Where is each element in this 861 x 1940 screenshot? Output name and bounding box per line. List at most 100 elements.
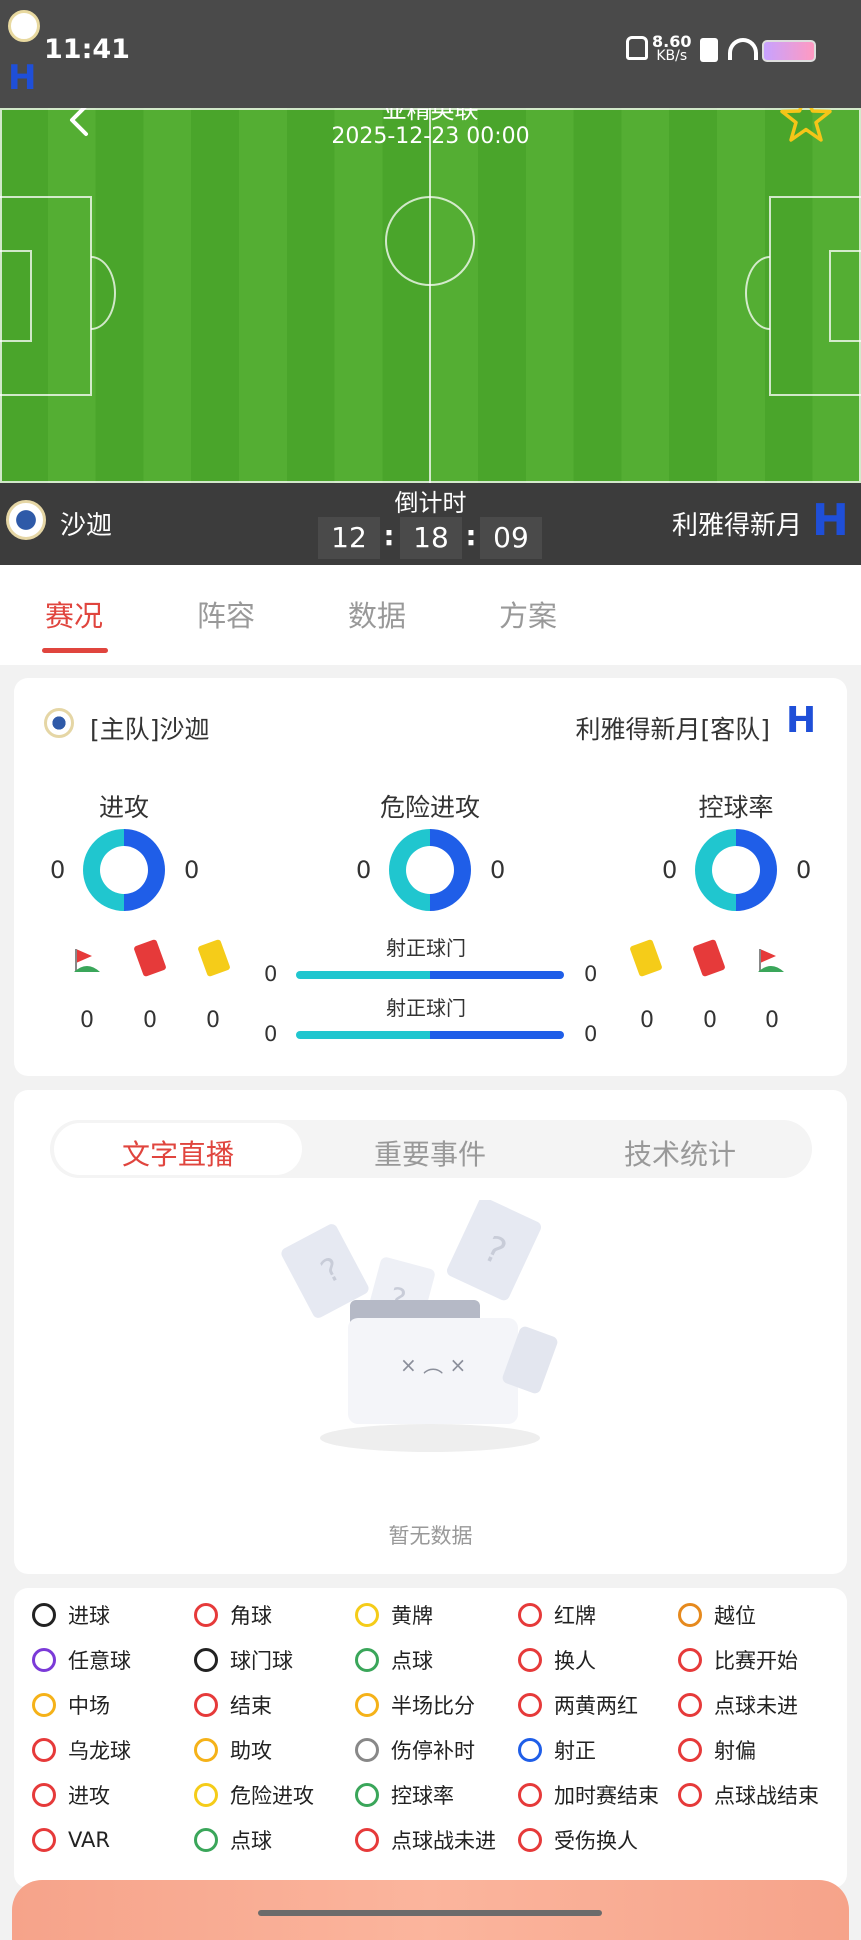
legend-label: 点球未进 — [714, 1694, 798, 1718]
legend-item: 半场比分 — [355, 1685, 475, 1725]
legend-item: 结束 — [194, 1685, 272, 1725]
legend-label: 比赛开始 — [714, 1649, 798, 1673]
legend-label: 进攻 — [68, 1784, 110, 1808]
shot-off-target-icon — [678, 1738, 702, 1762]
away-yellow-cards: 0 — [640, 1008, 654, 1033]
bar2-away-value: 0 — [584, 1022, 598, 1046]
alhilal-mini-logo-icon: H — [8, 58, 37, 98]
penalty-missed-icon — [678, 1693, 702, 1717]
legend-item: 红牌 — [518, 1595, 596, 1635]
score-bar: 沙迦 倒计时 12 : 18 : 09 利雅得新月 H — [0, 483, 861, 565]
injury-time-icon — [355, 1738, 379, 1762]
legend-label: 红牌 — [554, 1604, 596, 1628]
possession-icon — [355, 1783, 379, 1807]
shots-on-target-label-2: 射正球门 — [386, 996, 466, 1020]
legend-label: 乌龙球 — [68, 1739, 131, 1763]
var-icon — [32, 1828, 56, 1852]
countdown-sep-1: : — [383, 519, 395, 552]
tab-overview[interactable]: 赛况 — [45, 593, 103, 635]
legend-item: VAR — [32, 1820, 110, 1860]
penalty-icon — [355, 1648, 379, 1672]
legend-item: 控球率 — [355, 1775, 454, 1815]
legend-label: 结束 — [230, 1694, 272, 1718]
extra-time-end-icon — [518, 1783, 542, 1807]
halftime-score-icon — [355, 1693, 379, 1717]
match-datetime: 2025-12-23 00:00 — [331, 124, 530, 149]
legend-label: 任意球 — [68, 1649, 131, 1673]
danger-label: 危险进攻 — [379, 793, 480, 822]
legend-item: 球门球 — [194, 1640, 293, 1680]
left-goal-box — [0, 250, 32, 342]
legend-label: 射偏 — [714, 1739, 756, 1763]
countdown-minutes: 18 — [400, 517, 462, 559]
goal-kick-icon — [194, 1648, 218, 1672]
possession-home-value: 0 — [662, 856, 678, 884]
legend-label: 点球战结束 — [714, 1784, 819, 1808]
status-bar: 11:41 H 8.60 KB/s — [0, 0, 861, 110]
net-speed: 8.60 KB/s — [652, 34, 691, 64]
mute-icon — [626, 36, 648, 60]
legend-label: 两黄两红 — [554, 1694, 638, 1718]
legend-item: 射正 — [518, 1730, 596, 1770]
halftime-icon — [32, 1693, 56, 1717]
tab-data[interactable]: 数据 — [348, 593, 406, 635]
legend-item: 加时赛结束 — [518, 1775, 659, 1815]
legend-label: 射正 — [554, 1739, 596, 1763]
legend-label: 伤停补时 — [391, 1739, 475, 1763]
home-yellow-cards: 0 — [206, 1008, 220, 1033]
legend-label: 球门球 — [230, 1649, 293, 1673]
legend-item: 点球 — [194, 1820, 272, 1860]
danger-away-value: 0 — [490, 856, 506, 884]
app-logo-icon — [8, 10, 40, 42]
tab-bar — [0, 565, 861, 665]
shots-on-target-label-1: 射正球门 — [386, 936, 466, 960]
attack-home-value: 0 — [50, 856, 66, 884]
legend-item: 点球未进 — [678, 1685, 798, 1725]
possession-away-value: 0 — [796, 856, 812, 884]
legend-label: VAR — [68, 1828, 110, 1852]
yellow-card-icon — [355, 1603, 379, 1627]
injury-sub-icon — [518, 1828, 542, 1852]
legend-label: 控球率 — [391, 1784, 454, 1808]
legend-item: 任意球 — [32, 1640, 131, 1680]
danger-home-value: 0 — [356, 856, 372, 884]
legend-item: 点球战未进 — [355, 1820, 496, 1860]
tab-tech-stats[interactable]: 技术统计 — [556, 1133, 804, 1173]
battery-icon — [762, 40, 816, 62]
red-card-icon — [518, 1603, 542, 1627]
legend-item: 伤停补时 — [355, 1730, 475, 1770]
bar2-home-value: 0 — [264, 1022, 278, 1046]
legend-item: 换人 — [518, 1640, 596, 1680]
favorite-star-button[interactable] — [780, 108, 832, 144]
attack-icon — [32, 1783, 56, 1807]
tab-text-live[interactable]: 文字直播 — [54, 1133, 302, 1173]
legend-label: 危险进攻 — [230, 1784, 314, 1808]
tab-lineup[interactable]: 阵容 — [197, 593, 255, 635]
danger-attack-icon — [194, 1783, 218, 1807]
empty-state-illustration: ? ? ? × ︵ × — [280, 1197, 580, 1460]
legend-label: 半场比分 — [391, 1694, 475, 1718]
legend-item: 点球 — [355, 1640, 433, 1680]
tab-key-events[interactable]: 重要事件 — [306, 1133, 554, 1173]
assist-icon — [194, 1738, 218, 1762]
countdown-sep-2: : — [465, 519, 477, 552]
two-yellow-red-icon — [518, 1693, 542, 1717]
substitution-icon — [518, 1648, 542, 1672]
away-team-label: 利雅得新月[客队] — [575, 715, 770, 744]
legend-item: 黄牌 — [355, 1595, 433, 1635]
halfway-line — [429, 108, 431, 483]
away-team-name: 利雅得新月 — [671, 511, 802, 541]
attack-label: 进攻 — [98, 793, 149, 822]
goal-icon — [32, 1603, 56, 1627]
competition-title: 亚精英联 — [382, 108, 479, 124]
home-corners: 0 — [80, 1008, 94, 1033]
empty-state-text: 暂无数据 — [388, 1524, 473, 1548]
corner-icon — [194, 1603, 218, 1627]
svg-text:× ︵ ×: × ︵ × — [400, 1353, 466, 1377]
away-red-cards: 0 — [703, 1008, 717, 1033]
tab-plan[interactable]: 方案 — [499, 593, 557, 635]
home-indicator[interactable] — [258, 1910, 602, 1916]
kickoff-icon — [678, 1648, 702, 1672]
legend-item: 进球 — [32, 1595, 110, 1635]
sim-icon — [700, 38, 718, 62]
